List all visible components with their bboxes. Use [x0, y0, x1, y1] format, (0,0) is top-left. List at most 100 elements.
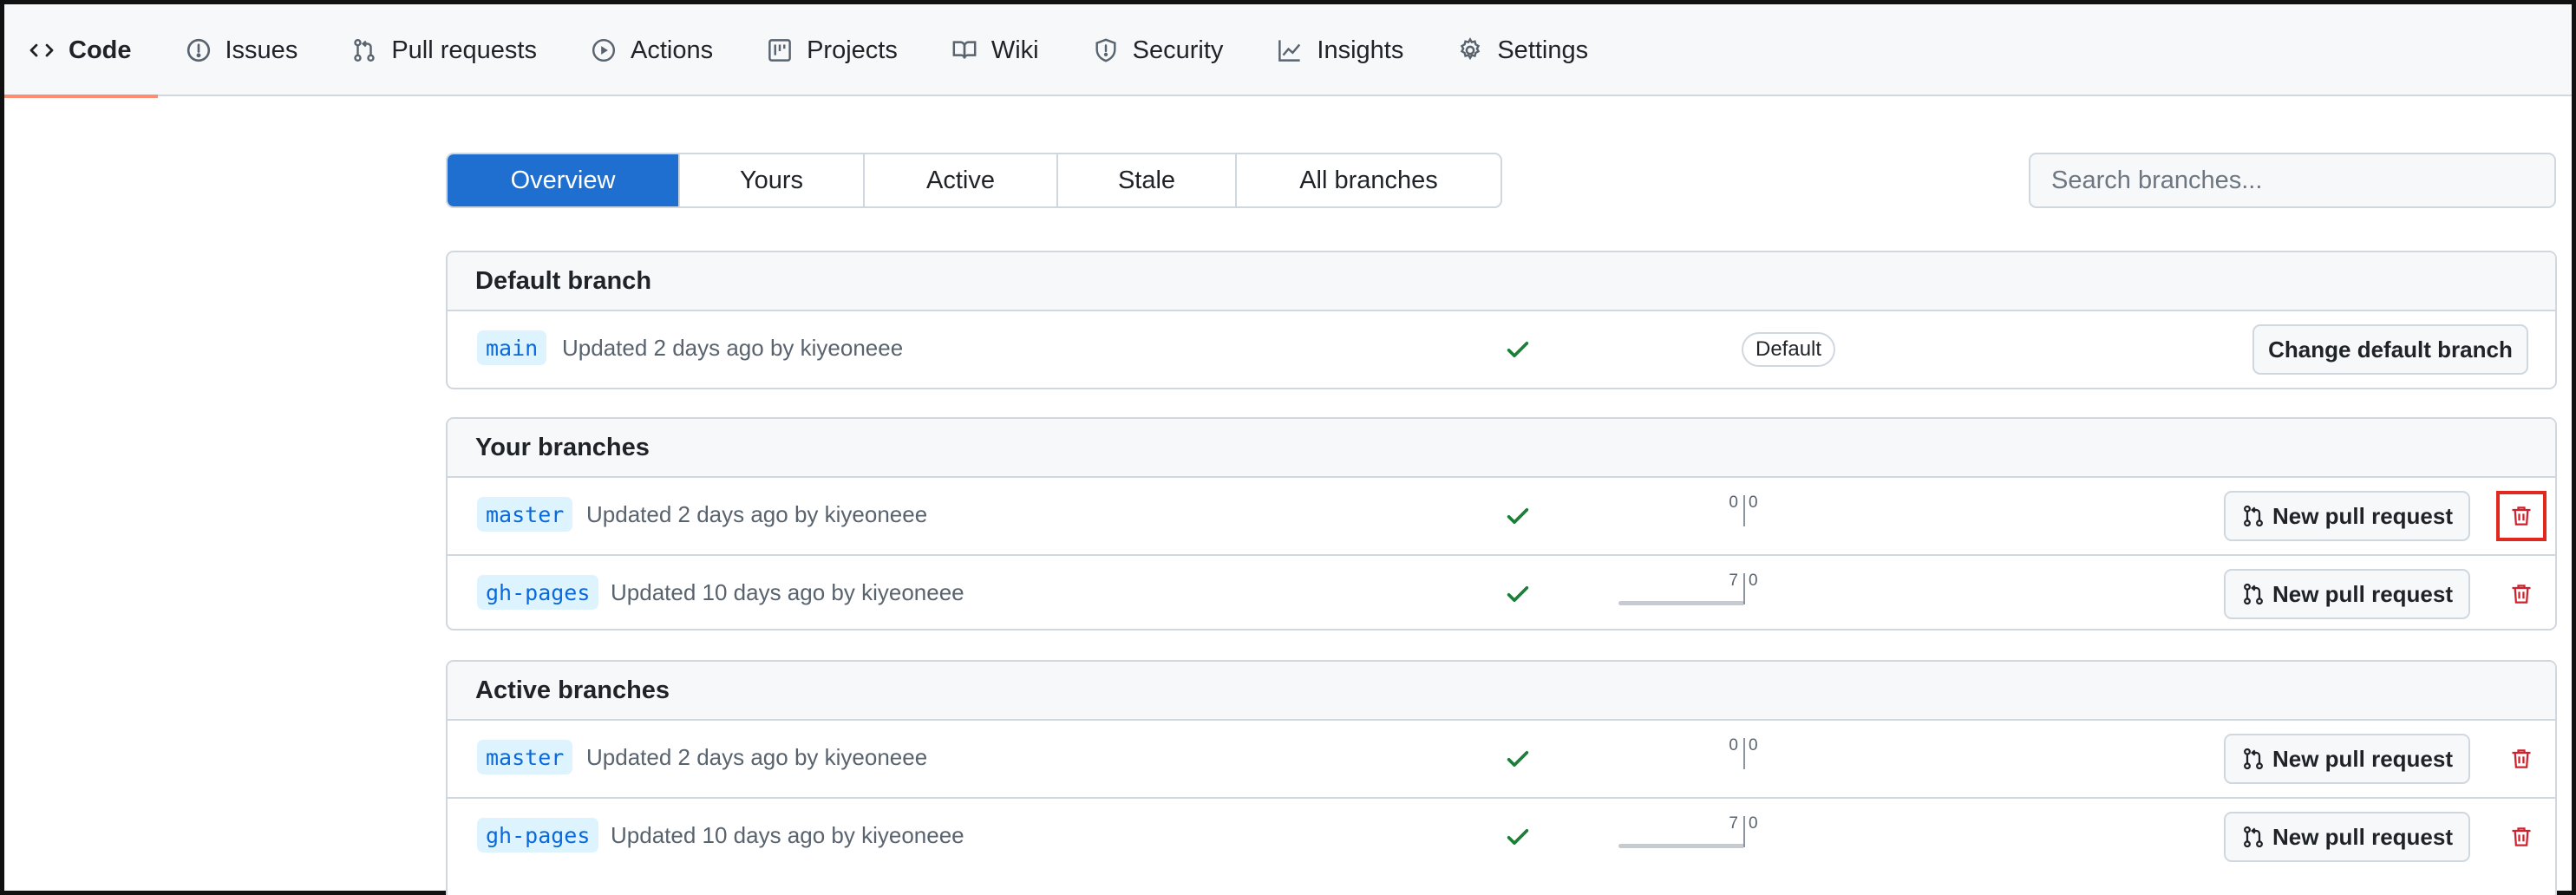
- tab-code[interactable]: Code: [4, 4, 158, 98]
- branch-name-link[interactable]: main: [477, 330, 547, 365]
- ahead-behind-graph: 7 0: [1618, 572, 1821, 617]
- branch-name-link[interactable]: master: [477, 740, 573, 774]
- branch-name-link[interactable]: gh-pages: [477, 575, 599, 610]
- filter-overview[interactable]: Overview: [448, 154, 678, 206]
- new-pull-request-button[interactable]: New pull request: [2224, 569, 2470, 619]
- filter-all-branches[interactable]: All branches: [1235, 154, 1500, 206]
- ahead-count: 0: [1749, 493, 1758, 512]
- ahead-count: 0: [1749, 736, 1758, 755]
- pull-request-icon: [351, 37, 377, 63]
- tab-projects[interactable]: Projects: [763, 4, 924, 96]
- tab-label: Code: [69, 36, 132, 64]
- tab-insights[interactable]: Insights: [1273, 4, 1429, 96]
- graph-icon: [1277, 37, 1303, 63]
- branch-row: gh-pages Updated 10 days ago by kiyeonee…: [448, 797, 2555, 873]
- branch-row: master Updated 2 days ago by kiyeoneee 0…: [448, 721, 2555, 797]
- tab-pull-requests[interactable]: Pull requests: [348, 4, 563, 96]
- branch-row: master Updated 2 days ago by kiyeoneee 0…: [448, 478, 2555, 554]
- active-branches-box: Active branches master Updated 2 days ag…: [446, 660, 2557, 895]
- tab-label: Security: [1132, 36, 1224, 64]
- button-label: New pull request: [2272, 823, 2454, 850]
- button-label: New pull request: [2272, 745, 2454, 772]
- branch-name-link[interactable]: gh-pages: [477, 818, 599, 853]
- book-icon: [951, 37, 977, 63]
- tab-actions[interactable]: Actions: [587, 4, 739, 96]
- repo-nav: Code Issues Pull requests Actions Projec…: [4, 4, 2572, 98]
- branch-row: gh-pages Updated 10 days ago by kiyeonee…: [448, 554, 2555, 629]
- section-title: Your branches: [448, 419, 2555, 478]
- issue-icon: [186, 37, 212, 63]
- check-icon[interactable]: [1504, 336, 1532, 363]
- delete-branch-button[interactable]: [2496, 491, 2547, 541]
- section-title: Active branches: [448, 662, 2555, 721]
- check-icon[interactable]: [1504, 745, 1532, 773]
- behind-count: 7: [1729, 572, 1738, 590]
- default-badge: Default: [1742, 332, 1836, 367]
- tab-label: Insights: [1317, 36, 1404, 64]
- behind-bar: [1618, 844, 1743, 848]
- new-pull-request-button[interactable]: New pull request: [2224, 491, 2470, 541]
- behind-count: 0: [1729, 493, 1738, 512]
- change-default-branch-button[interactable]: Change default branch: [2252, 324, 2528, 375]
- filter-yours[interactable]: Yours: [678, 154, 863, 206]
- project-icon: [767, 37, 793, 63]
- check-icon[interactable]: [1504, 502, 1532, 530]
- branch-updated-text: Updated 10 days ago by kiyeoneee: [611, 578, 964, 605]
- divergence-divider: [1743, 816, 1745, 847]
- ahead-behind-graph: 0 0: [1665, 493, 1821, 539]
- tab-settings[interactable]: Settings: [1454, 4, 1614, 96]
- ahead-count: 0: [1749, 814, 1758, 833]
- behind-count: 7: [1729, 814, 1738, 833]
- button-label: New pull request: [2272, 502, 2454, 529]
- branch-name-link[interactable]: master: [477, 497, 573, 532]
- delete-branch-button[interactable]: [2496, 734, 2547, 784]
- branch-filter-nav: Overview Yours Active Stale All branches: [446, 153, 1502, 208]
- ahead-behind-graph: 7 0: [1618, 814, 1821, 859]
- ahead-count: 0: [1749, 572, 1758, 590]
- button-label: New pull request: [2272, 580, 2454, 607]
- branch-updated-text: Updated 2 days ago by kiyeoneee: [586, 500, 928, 527]
- behind-count: 0: [1729, 736, 1738, 755]
- branch-updated-text: Updated 10 days ago by kiyeoneee: [611, 821, 964, 848]
- divergence-divider: [1743, 738, 1745, 769]
- pull-request-icon: [2241, 582, 2265, 606]
- branch-updated-text: Updated 2 days ago by kiyeoneee: [586, 743, 928, 770]
- play-icon: [591, 37, 617, 63]
- tab-wiki[interactable]: Wiki: [948, 4, 1065, 96]
- section-title: Default branch: [448, 252, 2555, 311]
- tab-label: Wiki: [991, 36, 1039, 64]
- tab-label: Actions: [630, 36, 714, 64]
- check-icon[interactable]: [1504, 823, 1532, 851]
- filter-active[interactable]: Active: [863, 154, 1056, 206]
- pull-request-icon: [2241, 747, 2265, 771]
- search-branches-input[interactable]: [2029, 153, 2556, 208]
- divergence-divider: [1743, 495, 1745, 526]
- trash-icon: [2509, 582, 2534, 606]
- divergence-divider: [1743, 573, 1745, 604]
- default-branch-box: Default branch main Updated 2 days ago b…: [446, 251, 2557, 389]
- tab-label: Projects: [807, 36, 898, 64]
- tab-issues[interactable]: Issues: [182, 4, 324, 96]
- check-icon[interactable]: [1504, 580, 1532, 608]
- gear-icon: [1457, 37, 1483, 63]
- trash-icon: [2509, 504, 2534, 528]
- delete-branch-button[interactable]: [2496, 812, 2547, 862]
- your-branches-box: Your branches master Updated 2 days ago …: [446, 417, 2557, 630]
- shield-icon: [1093, 37, 1119, 63]
- code-icon: [29, 37, 55, 63]
- pull-request-icon: [2241, 504, 2265, 528]
- trash-icon: [2509, 747, 2534, 771]
- delete-branch-button[interactable]: [2496, 569, 2547, 619]
- behind-bar: [1618, 601, 1743, 605]
- tab-label: Settings: [1497, 36, 1589, 64]
- branch-updated-text: Updated 2 days ago by kiyeoneee: [562, 334, 904, 361]
- filter-stale[interactable]: Stale: [1056, 154, 1235, 206]
- branch-row: main Updated 2 days ago by kiyeoneee Def…: [448, 311, 2555, 388]
- ahead-behind-graph: 0 0: [1665, 736, 1821, 781]
- new-pull-request-button[interactable]: New pull request: [2224, 812, 2470, 862]
- new-pull-request-button[interactable]: New pull request: [2224, 734, 2470, 784]
- tab-label: Issues: [225, 36, 298, 64]
- tab-label: Pull requests: [391, 36, 537, 64]
- tab-security[interactable]: Security: [1089, 4, 1250, 96]
- pull-request-icon: [2241, 825, 2265, 849]
